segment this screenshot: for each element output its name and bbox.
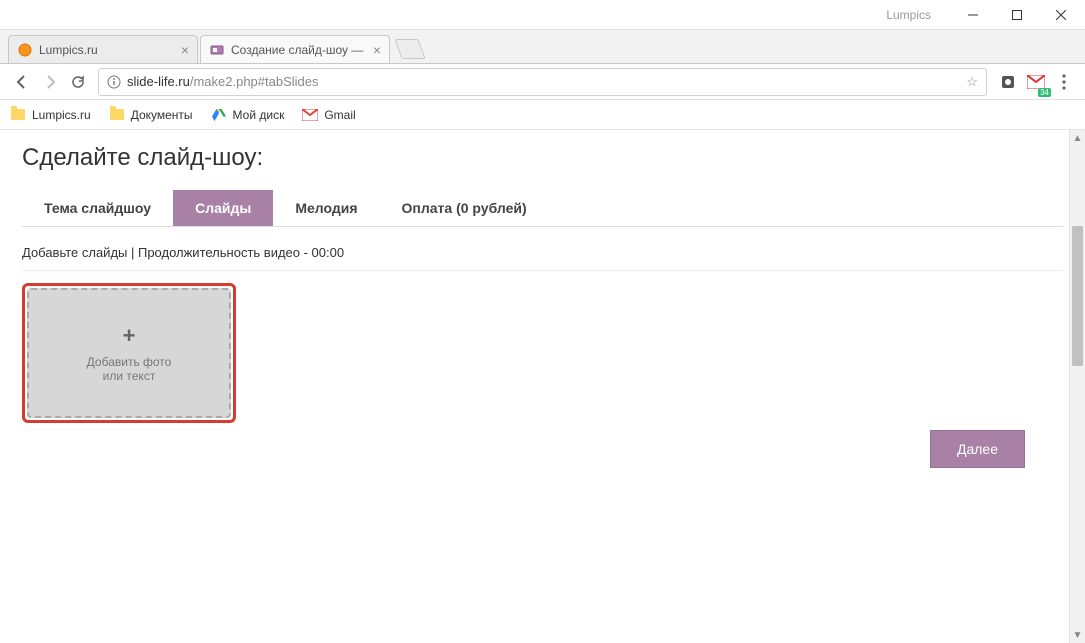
tab-melody[interactable]: Мелодия [273,190,379,226]
scroll-down-icon[interactable]: ▼ [1070,627,1085,643]
tab-slides[interactable]: Слайды [173,190,273,226]
add-slide-highlight: + Добавить фото или текст [22,283,236,423]
slidelife-favicon-icon [209,42,225,58]
tab-payment[interactable]: Оплата (0 рублей) [380,190,549,226]
tab-close-icon[interactable]: × [181,42,189,58]
add-slide-button[interactable]: + Добавить фото или текст [27,288,231,418]
bookmark-lumpics[interactable]: Lumpics.ru [10,107,91,123]
url-path: /make2.php#tabSlides [190,74,319,89]
browser-tab-lumpics[interactable]: Lumpics.ru × [8,35,198,63]
gmail-badge: 34 [1038,88,1051,97]
add-slide-line2: или текст [103,369,156,383]
app-label: Lumpics [886,8,931,22]
forward-button[interactable] [36,68,64,96]
extension-icon[interactable] [995,69,1021,95]
window-close-button[interactable] [1039,1,1083,29]
bookmarks-bar: Lumpics.ru Документы Мой диск Gmail [0,100,1085,130]
url-host: slide-life.ru [127,74,190,89]
bookmark-label: Gmail [324,108,355,122]
wizard-tabs: Тема слайдшоу Слайды Мелодия Оплата (0 р… [22,190,1063,227]
folder-icon [109,107,125,123]
bookmark-label: Документы [131,108,193,122]
tab-close-icon[interactable]: × [373,42,381,58]
scroll-track[interactable] [1070,146,1085,627]
slides-subhead: Добавьте слайды | Продолжительность виде… [22,245,1063,260]
lumpics-favicon-icon [17,42,33,58]
new-tab-button[interactable] [394,39,425,59]
gmail-extension-icon[interactable]: 34 [1023,69,1049,95]
scroll-up-icon[interactable]: ▲ [1070,130,1085,146]
window-maximize-button[interactable] [995,1,1039,29]
page-content: Сделайте слайд-шоу: Тема слайдшоу Слайды… [0,130,1085,643]
star-bookmark-icon[interactable]: ☆ [966,74,978,90]
browser-tabstrip: Lumpics.ru × Создание слайд-шоу — × [0,30,1085,64]
divider [22,270,1063,271]
plus-icon: + [123,323,136,349]
browser-tab-slidelife[interactable]: Создание слайд-шоу — × [200,35,390,63]
bookmark-documents[interactable]: Документы [109,107,193,123]
browser-toolbar: slide-life.ru/make2.php#tabSlides ☆ 34 [0,64,1085,100]
scroll-thumb[interactable] [1072,226,1083,366]
address-bar[interactable]: slide-life.ru/make2.php#tabSlides ☆ [98,68,987,96]
bookmark-label: Мой диск [233,108,285,122]
bookmark-label: Lumpics.ru [32,108,91,122]
window-titlebar: Lumpics [0,0,1085,30]
vertical-scrollbar[interactable]: ▲ ▼ [1069,130,1085,643]
back-button[interactable] [8,68,36,96]
reload-button[interactable] [64,68,92,96]
page-title: Сделайте слайд-шоу: [22,144,1063,172]
tab-theme[interactable]: Тема слайдшоу [22,190,173,226]
next-button[interactable]: Далее [930,430,1025,468]
window-minimize-button[interactable] [951,1,995,29]
browser-menu-icon[interactable] [1051,69,1077,95]
site-info-icon[interactable] [107,75,121,89]
folder-icon [10,107,26,123]
tab-title: Lumpics.ru [39,43,175,57]
gdrive-icon [211,107,227,123]
bookmark-mydisk[interactable]: Мой диск [211,107,285,123]
add-slide-line1: Добавить фото [87,355,172,369]
bookmark-gmail[interactable]: Gmail [302,107,355,123]
tab-title: Создание слайд-шоу — [231,43,367,57]
gmail-icon [302,107,318,123]
